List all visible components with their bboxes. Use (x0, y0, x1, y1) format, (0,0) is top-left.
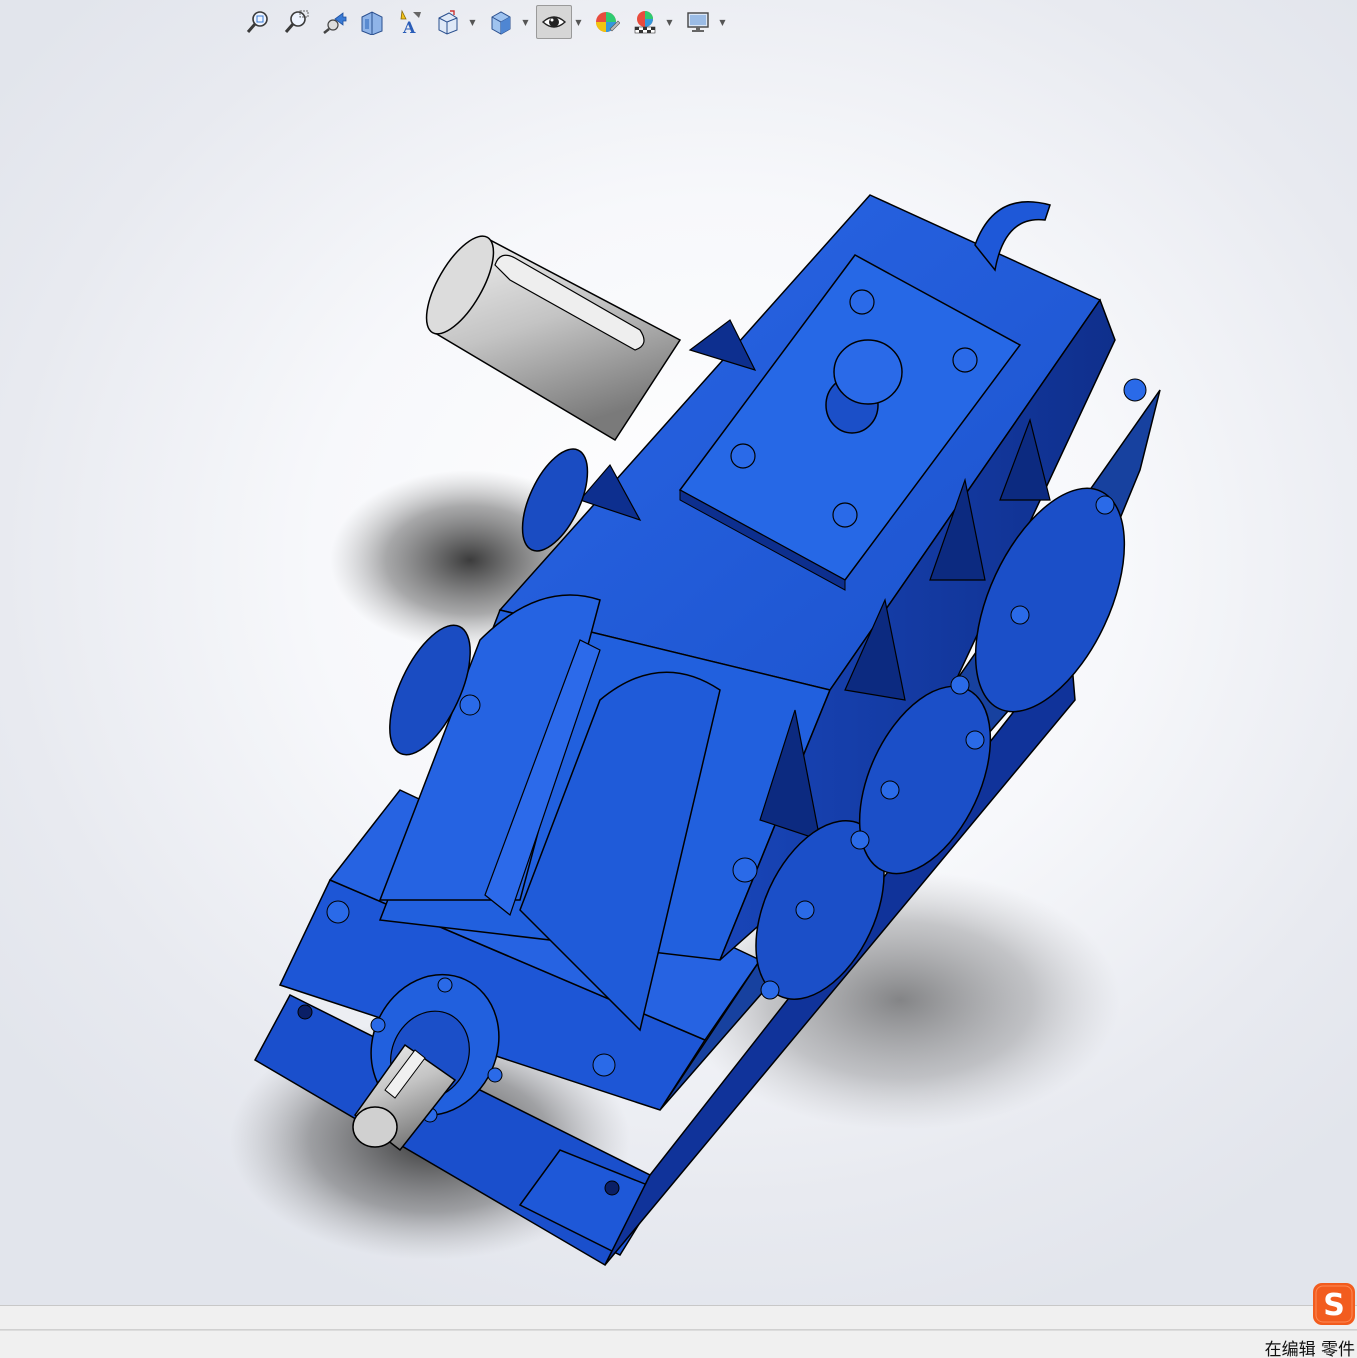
breather-plug-top (833, 339, 903, 405)
section-view-button[interactable] (354, 5, 390, 39)
previous-view-icon (323, 12, 347, 34)
previous-view-button[interactable] (316, 5, 352, 39)
dynamic-annotation-view-button[interactable]: A (392, 5, 428, 39)
view-orientation-dropdown[interactable]: ▼ (468, 5, 477, 39)
hide-show-items-button[interactable] (536, 5, 572, 39)
input-shaft-end (352, 1106, 398, 1148)
hide-show-items-dropdown[interactable]: ▼ (574, 5, 583, 39)
heads-up-view-toolbar: A ▼ ▼ ▼ ▼ ▼ (240, 4, 731, 40)
edit-appearance-icon (596, 12, 620, 32)
status-bar: 在编辑 零件 (0, 1330, 1357, 1358)
view-settings-icon (687, 12, 709, 32)
apply-scene-button[interactable] (627, 5, 663, 39)
sogou-ime-glyph: S (1323, 1288, 1345, 1323)
view-orientation-icon (438, 10, 458, 35)
dynamic-annotation-view-icon: A (400, 9, 421, 35)
display-style-button[interactable] (483, 5, 519, 39)
zoom-to-area-icon (284, 10, 309, 33)
edit-appearance-button[interactable] (589, 5, 625, 39)
zoom-to-area-button[interactable] (278, 5, 314, 39)
zoom-to-fit-button[interactable] (240, 5, 276, 39)
svg-text:A: A (402, 18, 416, 35)
hide-show-items-icon (541, 16, 567, 28)
status-edit-mode-text: 在编辑 零件 (1264, 1340, 1355, 1358)
horizontal-scroll-area[interactable] (0, 1305, 1357, 1330)
zoom-to-fit-icon (246, 11, 268, 33)
display-style-icon (491, 11, 511, 35)
gear-reducer-model[interactable] (0, 0, 1357, 1305)
graphics-viewport[interactable]: A ▼ ▼ ▼ ▼ ▼ (0, 0, 1357, 1305)
apply-scene-dropdown[interactable]: ▼ (665, 5, 674, 39)
display-style-dropdown[interactable]: ▼ (521, 5, 530, 39)
apply-scene-icon (634, 11, 656, 34)
view-orientation-button[interactable] (430, 5, 466, 39)
view-settings-button[interactable] (680, 5, 716, 39)
sogou-ime-icon[interactable]: S (1312, 1282, 1356, 1326)
view-settings-dropdown[interactable]: ▼ (718, 5, 727, 39)
section-view-icon (361, 11, 383, 35)
